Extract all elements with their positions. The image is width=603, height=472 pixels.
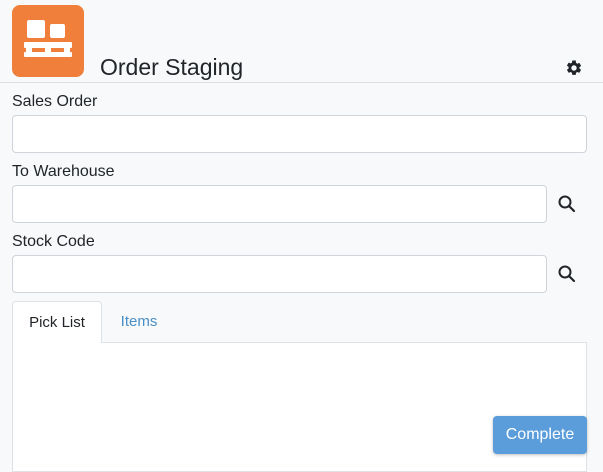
page-title: Order Staging — [100, 54, 244, 80]
search-icon[interactable] — [555, 262, 579, 286]
app-header: Order Staging — [0, 0, 603, 83]
sales-order-input[interactable] — [12, 115, 587, 153]
gear-icon[interactable] — [565, 59, 583, 77]
tab-items[interactable]: Items — [102, 301, 176, 343]
to-warehouse-input[interactable] — [12, 185, 547, 223]
search-icon[interactable] — [555, 192, 579, 216]
complete-button[interactable]: Complete — [493, 416, 587, 454]
sales-order-label: Sales Order — [12, 93, 98, 110]
stock-code-input[interactable] — [12, 255, 547, 293]
to-warehouse-label: To Warehouse — [12, 163, 115, 180]
tab-pick-list[interactable]: Pick List — [12, 301, 102, 343]
stock-code-label: Stock Code — [12, 233, 95, 250]
pallet-boxes-icon — [12, 5, 84, 77]
